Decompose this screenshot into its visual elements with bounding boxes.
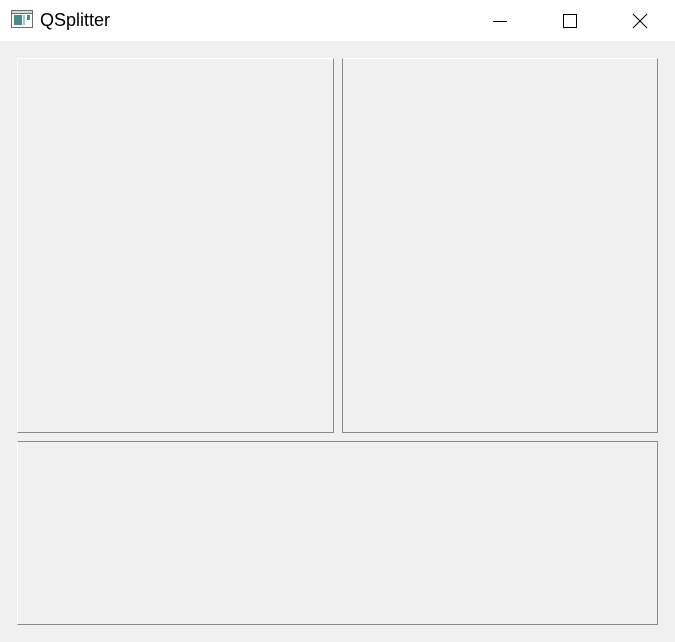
main-window: QSplitter bbox=[0, 0, 675, 642]
vertical-splitter-handle[interactable] bbox=[334, 58, 342, 433]
app-window-icon[interactable] bbox=[11, 10, 33, 28]
maximize-button[interactable] bbox=[535, 0, 605, 41]
window-title: QSplitter bbox=[40, 10, 111, 30]
splitter-pane-top-left[interactable] bbox=[17, 58, 334, 433]
splitter-pane-bottom[interactable] bbox=[17, 441, 658, 625]
horizontal-splitter-handle[interactable] bbox=[17, 433, 658, 441]
close-icon bbox=[632, 13, 648, 28]
splitter-pane-top-right[interactable] bbox=[342, 58, 658, 433]
minimize-icon bbox=[493, 20, 507, 22]
title-bar[interactable]: QSplitter bbox=[0, 0, 675, 41]
minimize-button[interactable] bbox=[465, 0, 535, 41]
close-button[interactable] bbox=[605, 0, 675, 41]
maximize-icon bbox=[563, 13, 577, 28]
